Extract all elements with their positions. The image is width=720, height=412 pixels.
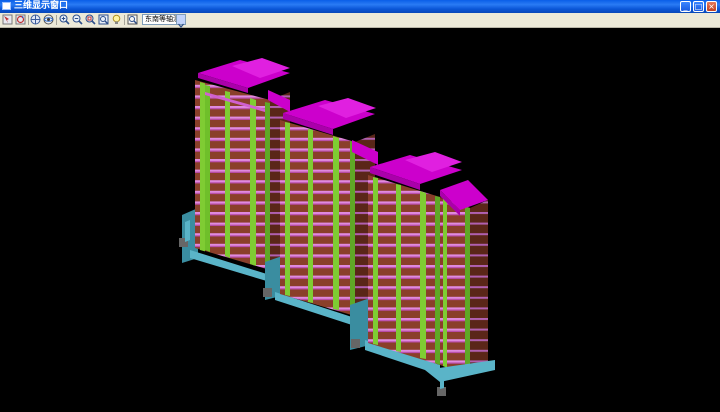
building-tower-1 (179, 58, 290, 282)
three-d-display-window: 三维显示窗口 _ □ × 东南等轴测 (0, 0, 720, 412)
3d-viewport[interactable] (0, 28, 720, 412)
building-model (179, 58, 495, 396)
